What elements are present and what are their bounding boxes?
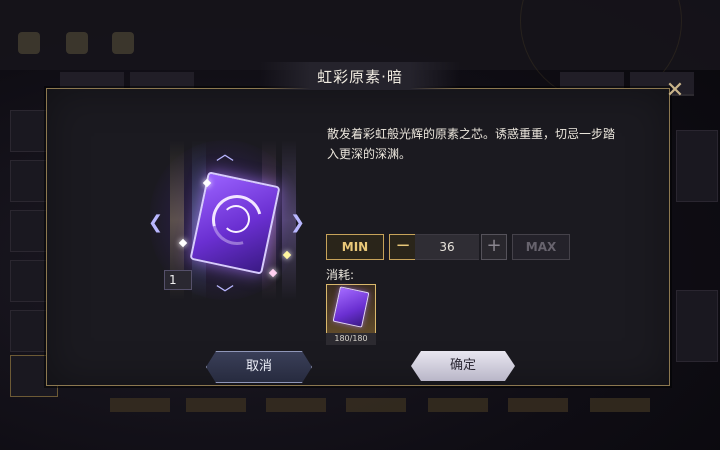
consume-label: 消耗: [326,268,355,282]
swirl-icon [222,205,250,233]
background-bar [266,398,326,412]
max-button[interactable]: MAX [512,234,570,260]
chevron-down-icon[interactable]: ﹀ [216,286,234,304]
background-bar [346,398,406,412]
background-home-icon [66,32,88,54]
dialog-title: 虹彩原素·暗 [260,62,460,90]
chevron-up-icon[interactable]: ︿ [216,146,234,164]
background-card [676,130,718,202]
quantity-input[interactable]: 36 [415,234,479,260]
consume-material-count: 180/180 [326,333,376,345]
item-description: 散发着彩虹般光辉的原素之芯。诱惑重重，切忌一步踏入更深的深渊。 [327,127,616,161]
background-bar [186,398,246,412]
cancel-button[interactable]: 取消 [206,351,312,383]
background-help-icon [112,32,134,54]
background-bar [428,398,488,412]
owned-count: 1 [164,270,192,290]
min-button[interactable]: MIN [326,234,384,260]
confirm-button[interactable]: 确定 [411,351,515,381]
background-card [676,290,718,362]
background-bar [508,398,568,412]
increase-button[interactable]: + [481,234,507,260]
background-back-icon [18,32,40,54]
chevron-right-icon[interactable]: ❯ [290,214,305,232]
background-bar [110,398,170,412]
close-icon[interactable]: ✕ [664,80,686,102]
chevron-left-icon[interactable]: ❮ [148,214,163,232]
background-bar [590,398,650,412]
decrease-button[interactable]: − [389,234,417,260]
